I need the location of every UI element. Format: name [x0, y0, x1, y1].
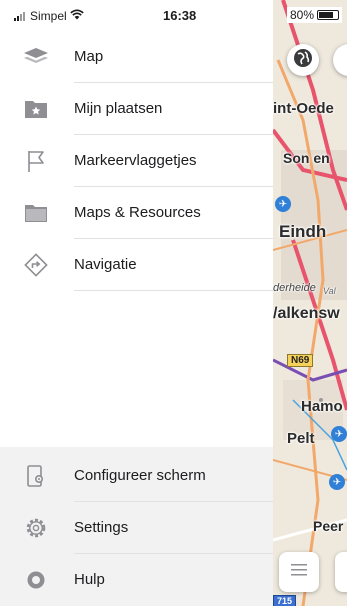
- divider: [74, 290, 273, 291]
- map-roads: [273, 0, 347, 606]
- settings-gear-icon: [22, 515, 50, 541]
- battery-icon: [317, 10, 340, 20]
- help-circle-icon: [22, 567, 50, 593]
- clock: 16:38: [163, 8, 197, 23]
- menu-item-hulp[interactable]: Hulp: [0, 554, 273, 606]
- menu-button[interactable]: [279, 552, 319, 592]
- navigation-arrow-icon: [22, 252, 50, 278]
- globe-icon: [293, 48, 313, 73]
- menu-item-map[interactable]: Map: [0, 31, 273, 83]
- menu-item-navigatie[interactable]: Navigatie: [0, 239, 273, 291]
- menu-item-label: Configureer scherm: [74, 467, 206, 484]
- carrier-info: Simpel: [14, 9, 84, 23]
- carrier-name: Simpel: [30, 9, 67, 23]
- wifi-icon: [69, 9, 84, 23]
- map-label: Hamo: [301, 398, 343, 415]
- road-badge: N69: [287, 354, 314, 367]
- road-badge: 715: [273, 595, 297, 606]
- configure-screen-icon: [22, 463, 50, 489]
- airport-icon: ✈: [275, 196, 291, 212]
- map-action-button[interactable]: [335, 552, 347, 592]
- map-label: derheide: [273, 282, 316, 294]
- menu-item-label: Maps & Resources: [74, 204, 201, 221]
- flag-icon: [22, 148, 50, 174]
- status-bar: Simpel 16:38 80%: [0, 0, 347, 34]
- map-label: Son en: [283, 150, 330, 166]
- menu-item-maps-resources[interactable]: Maps & Resources: [0, 187, 273, 239]
- folder-icon: [22, 200, 50, 226]
- signal-strength-icon: [14, 11, 25, 21]
- menu-item-markeervlaggetjes[interactable]: Markeervlaggetjes: [0, 135, 273, 187]
- menu-item-label: Hulp: [74, 571, 105, 588]
- menu-item-settings[interactable]: Settings: [0, 502, 273, 554]
- map-label: Val: [323, 286, 336, 296]
- menu-item-configureer-scherm[interactable]: Configureer scherm: [0, 450, 273, 502]
- map-label: /alkensw: [273, 305, 340, 322]
- hamburger-icon: [291, 563, 307, 582]
- map-label: Eindh: [279, 222, 327, 241]
- battery-status: 80%: [287, 7, 343, 23]
- menu-item-label: Navigatie: [74, 256, 137, 273]
- menu-item-mijn-plaatsen[interactable]: Mijn plaatsen: [0, 83, 273, 135]
- menu-item-label: Settings: [74, 519, 129, 536]
- menu-item-label: Markeervlaggetjes: [74, 152, 197, 169]
- star-folder-icon: [22, 96, 50, 122]
- menu-item-label: Map: [74, 48, 104, 65]
- map-view[interactable]: int-Oede Son en Eindh derheide Val /alke…: [273, 0, 347, 606]
- map-layers-icon: [22, 44, 50, 70]
- map-label: Pelt: [287, 430, 315, 447]
- side-drawer: Map Mijn plaatsen Markeervlaggetjes Maps…: [0, 0, 273, 606]
- drawer-footer: Configureer scherm Settings Hulp: [0, 447, 273, 606]
- airport-icon: ✈: [329, 474, 345, 490]
- airport-icon: ✈: [331, 426, 347, 442]
- battery-percent: 80%: [290, 8, 315, 22]
- map-label: int-Oede: [273, 100, 334, 117]
- map-label: Peer: [313, 518, 344, 534]
- menu-item-label: Mijn plaatsen: [74, 100, 163, 117]
- globe-button[interactable]: [287, 44, 319, 76]
